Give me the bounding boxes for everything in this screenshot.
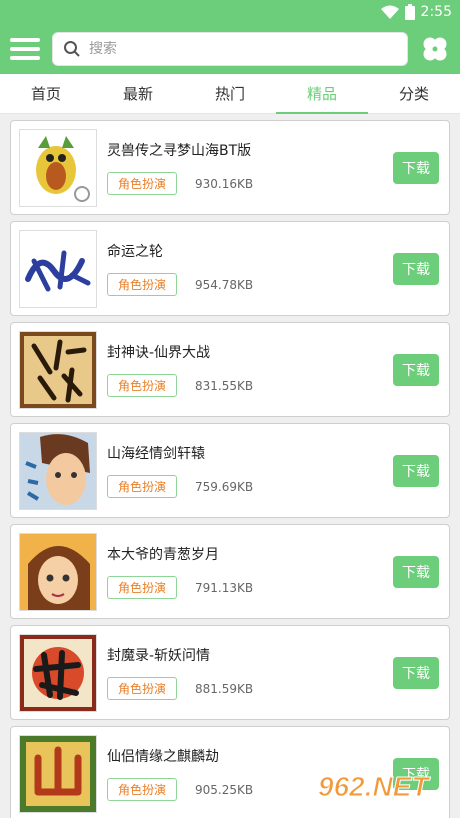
genre-tag: 角色扮演: [107, 172, 178, 195]
app-bar: [0, 24, 460, 74]
watermark-logo: 962.NET 乐游网: [318, 771, 441, 815]
game-name: 仙侣情缘之麒麟劫: [107, 749, 219, 765]
monster-icon: [19, 128, 97, 207]
game-name: 本大爷的青葱岁月: [107, 547, 219, 563]
genre-tag: 角色扮演: [107, 374, 178, 397]
download-button[interactable]: 下载: [393, 555, 439, 588]
status-bar: 2:55: [0, 0, 460, 24]
tab-category[interactable]: 分类: [368, 74, 460, 113]
file-size: 881.59KB: [195, 681, 254, 696]
tab-featured[interactable]: 精品: [276, 74, 368, 114]
genre-tag: 角色扮演: [107, 273, 178, 296]
wifi-icon: [380, 5, 399, 19]
game-name: 灵兽传之寻梦山海BT版: [107, 143, 252, 159]
download-button[interactable]: 下载: [393, 454, 439, 487]
game-name: 封神诀-仙界大战: [107, 345, 211, 361]
game-card[interactable]: 本大爷的青葱岁月 角色扮演 791.13KB 下载: [10, 524, 450, 619]
watermark-text: 962.NET: [318, 771, 431, 802]
game-card[interactable]: 灵兽传之寻梦山海BT版 角色扮演 930.16KB 下载: [10, 120, 450, 215]
game-card[interactable]: 封魔录-斩妖问情 角色扮演 881.59KB 下载: [10, 625, 450, 720]
battery-icon: [404, 4, 415, 20]
calligraphy-logo-icon: [19, 229, 97, 308]
girl-face-icon: [19, 532, 97, 611]
file-size: 930.16KB: [195, 176, 254, 191]
menu-icon[interactable]: [10, 34, 40, 64]
file-size: 791.13KB: [195, 580, 254, 595]
genre-tag: 角色扮演: [107, 475, 178, 498]
tab-hot[interactable]: 热门: [184, 74, 276, 113]
clover-icon[interactable]: [420, 34, 450, 64]
download-button[interactable]: 下载: [393, 656, 439, 689]
game-card[interactable]: 山海经情剑轩辕 角色扮演 759.69KB 下载: [10, 423, 450, 518]
file-size: 831.55KB: [195, 378, 254, 393]
genre-tag: 角色扮演: [107, 677, 178, 700]
file-size: 954.78KB: [195, 277, 254, 292]
game-card[interactable]: 封神诀-仙界大战 角色扮演 831.55KB 下载: [10, 322, 450, 417]
genre-tag: 角色扮演: [107, 778, 178, 801]
game-card[interactable]: 命运之轮 角色扮演 954.78KB 下载: [10, 221, 450, 316]
hero-face-icon: [19, 431, 97, 510]
tab-bar: 首页 最新 热门 精品 分类: [0, 74, 460, 114]
search-icon: [64, 41, 80, 57]
file-size: 905.25KB: [195, 782, 254, 797]
file-size: 759.69KB: [195, 479, 254, 494]
watermark-subtext: 乐游网: [404, 801, 440, 814]
download-button[interactable]: 下载: [393, 353, 439, 386]
game-name: 山海经情剑轩辕: [107, 446, 205, 462]
download-button[interactable]: 下载: [393, 151, 439, 184]
search-box[interactable]: [52, 32, 408, 66]
fengmo-icon: [19, 633, 97, 712]
search-input[interactable]: [89, 41, 397, 57]
game-name: 封魔录-斩妖问情: [107, 648, 211, 664]
fengshen-icon: [19, 330, 97, 409]
status-time: 2:55: [420, 4, 452, 20]
tab-latest[interactable]: 最新: [92, 74, 184, 113]
xian-icon: [19, 734, 97, 813]
game-list: 灵兽传之寻梦山海BT版 角色扮演 930.16KB 下载 命运之轮 角色扮演 954…: [0, 114, 460, 818]
tab-home[interactable]: 首页: [0, 74, 92, 113]
game-name: 命运之轮: [107, 244, 163, 260]
download-button[interactable]: 下载: [393, 252, 439, 285]
genre-tag: 角色扮演: [107, 576, 178, 599]
